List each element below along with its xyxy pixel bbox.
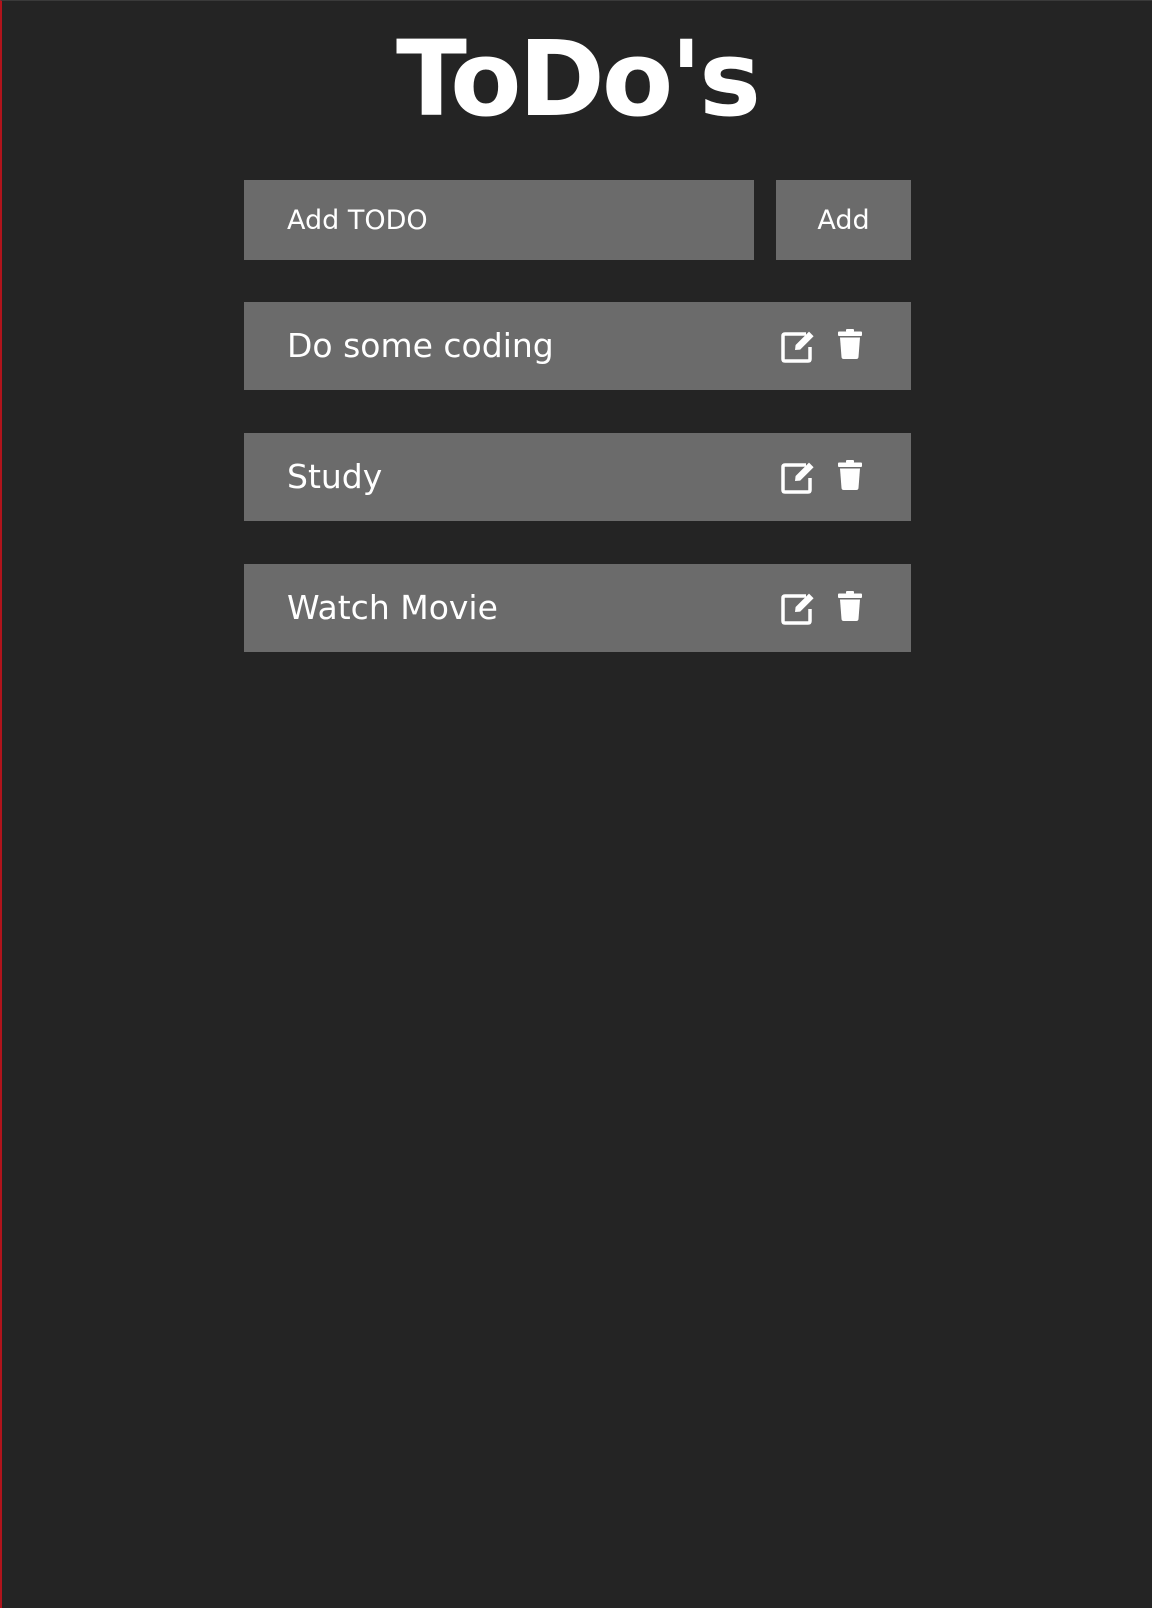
todo-text: Do some coding: [287, 326, 554, 365]
todo-text: Watch Movie: [287, 588, 498, 627]
trash-icon[interactable]: [838, 460, 874, 494]
edit-icon[interactable]: [781, 591, 817, 625]
add-todo-input[interactable]: [244, 180, 754, 260]
todo-item: Study: [244, 433, 911, 521]
page-title: ToDo's: [395, 18, 761, 140]
todo-list: Do some coding Study Watch Movie: [244, 302, 911, 695]
edit-icon[interactable]: [781, 460, 817, 494]
trash-icon[interactable]: [838, 329, 874, 363]
todo-text: Study: [287, 457, 383, 496]
add-button[interactable]: Add: [776, 180, 911, 260]
edit-icon[interactable]: [781, 329, 817, 363]
add-todo-form: Add: [244, 180, 911, 260]
todo-item: Do some coding: [244, 302, 911, 390]
todo-item: Watch Movie: [244, 564, 911, 652]
trash-icon[interactable]: [838, 591, 874, 625]
